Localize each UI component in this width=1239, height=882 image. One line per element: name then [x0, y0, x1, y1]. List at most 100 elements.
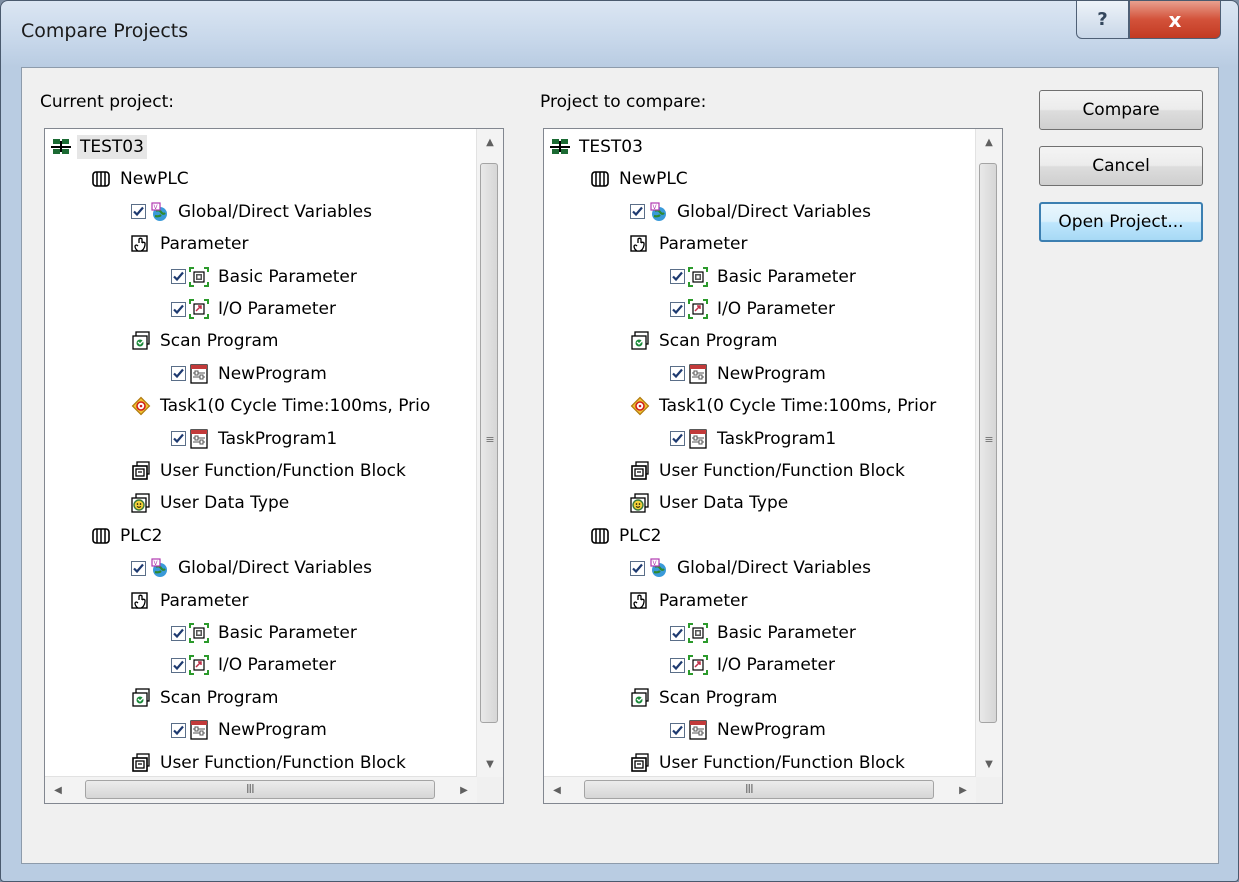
tree-item[interactable]: Scan Program — [630, 682, 780, 714]
tree-item[interactable]: User Function/Function Block — [630, 455, 908, 487]
tree-item[interactable]: NewPLC — [91, 163, 192, 195]
item-checkbox[interactable] — [670, 366, 685, 382]
tree-item[interactable]: V Global/Direct Variables — [630, 196, 874, 228]
tree-item[interactable]: V Global/Direct Variables — [630, 552, 874, 584]
vertical-scrollbar[interactable]: ▲ ≡ ▼ — [476, 129, 503, 777]
scroll-down-arrow-icon[interactable]: ▼ — [976, 751, 1002, 777]
tree-item[interactable]: Task1(0 Cycle Time:100ms, Prio — [131, 390, 433, 422]
tree-item[interactable]: TEST03 — [550, 131, 646, 163]
item-checkbox[interactable] — [670, 269, 685, 285]
scroll-left-arrow-icon[interactable]: ◀ — [45, 777, 71, 803]
scroll-left-arrow-icon[interactable]: ◀ — [544, 777, 570, 803]
item-checkbox[interactable] — [630, 204, 645, 220]
tree-item[interactable]: I/O Parameter — [171, 293, 339, 325]
tree-item[interactable]: User Function/Function Block — [630, 747, 908, 777]
tree-item-label: PLC2 — [120, 525, 163, 546]
tree-item[interactable]: Scan Program — [131, 325, 281, 357]
tree-item[interactable]: TEST03 — [51, 131, 147, 163]
item-checkbox[interactable] — [670, 301, 685, 317]
tree-item[interactable]: Parameter — [131, 585, 251, 617]
horizontal-scroll-thumb[interactable]: III — [584, 780, 934, 799]
horizontal-scroll-thumb[interactable]: III — [85, 780, 435, 799]
tree-item[interactable]: NewProgram — [670, 714, 829, 746]
io-parameter-icon — [189, 655, 209, 676]
tree-item[interactable]: Parameter — [131, 228, 251, 260]
item-checkbox[interactable] — [171, 269, 186, 285]
plc-icon — [91, 169, 111, 189]
parameter-icon — [131, 591, 151, 611]
scroll-up-arrow-icon[interactable]: ▲ — [976, 129, 1002, 155]
tree-item[interactable]: Basic Parameter — [670, 261, 859, 293]
item-checkbox[interactable] — [131, 204, 146, 220]
title-bar[interactable]: Compare Projects ? x — [1, 1, 1238, 67]
cancel-button[interactable]: Cancel — [1039, 146, 1203, 186]
item-checkbox[interactable] — [171, 366, 186, 382]
item-checkbox[interactable] — [670, 657, 685, 673]
scroll-down-arrow-icon[interactable]: ▼ — [477, 751, 503, 777]
item-checkbox[interactable] — [131, 560, 146, 576]
vertical-scrollbar[interactable]: ▲ ≡ ▼ — [975, 129, 1002, 777]
tree-item[interactable]: Scan Program — [131, 682, 281, 714]
tree-item[interactable]: I/O Parameter — [670, 293, 838, 325]
scroll-right-arrow-icon[interactable]: ▶ — [451, 777, 477, 803]
tree-item[interactable]: User Function/Function Block — [131, 747, 409, 777]
tree-item[interactable]: User Data Type — [131, 487, 292, 519]
tree-item[interactable]: NewPLC — [590, 163, 691, 195]
tree-item[interactable]: NewProgram — [171, 714, 330, 746]
item-checkbox[interactable] — [670, 722, 685, 738]
tree-item[interactable]: V Global/Direct Variables — [131, 552, 375, 584]
tree-item[interactable]: Scan Program — [630, 325, 780, 357]
current-project-tree[interactable]: TEST03 NewPLC V Global/Direct Variables Para… — [44, 128, 504, 804]
vertical-scroll-thumb[interactable]: ≡ — [480, 163, 498, 723]
tree-item[interactable]: Basic Parameter — [171, 261, 360, 293]
tree-item[interactable]: I/O Parameter — [171, 649, 339, 681]
horizontal-scrollbar[interactable]: ◀ III ▶ — [544, 776, 976, 803]
item-checkbox[interactable] — [171, 431, 186, 447]
tree-item-label: TEST03 — [579, 137, 643, 157]
tree-item[interactable]: User Function/Function Block — [131, 455, 409, 487]
project-icon — [550, 137, 570, 157]
open-project-button[interactable]: Open Project... — [1039, 202, 1203, 242]
scroll-right-arrow-icon[interactable]: ▶ — [950, 777, 976, 803]
plc-icon — [590, 169, 610, 189]
vertical-scroll-thumb[interactable]: ≡ — [979, 163, 997, 723]
scroll-grip-icon: III — [745, 782, 754, 796]
tree-item[interactable]: I/O Parameter — [670, 649, 838, 681]
compare-button[interactable]: Compare — [1039, 90, 1203, 130]
item-checkbox[interactable] — [171, 301, 186, 317]
item-checkbox[interactable] — [670, 625, 685, 641]
item-checkbox[interactable] — [171, 722, 186, 738]
tree-item[interactable]: User Data Type — [630, 487, 791, 519]
tree-item[interactable]: PLC2 — [590, 520, 664, 552]
tree-item[interactable]: TaskProgram1 — [670, 423, 839, 455]
tree-item-label: Parameter — [160, 590, 249, 611]
tree-item-label: Scan Program — [659, 331, 778, 352]
scroll-up-arrow-icon[interactable]: ▲ — [477, 129, 503, 155]
dialog-title: Compare Projects — [21, 20, 189, 42]
basic-parameter-icon — [688, 623, 708, 643]
program-icon — [688, 428, 708, 449]
horizontal-scrollbar[interactable]: ◀ III ▶ — [45, 776, 477, 803]
tree-item[interactable]: PLC2 — [91, 520, 165, 552]
item-checkbox[interactable] — [171, 657, 186, 673]
tree-item[interactable]: V Global/Direct Variables — [131, 196, 375, 228]
tree-item[interactable]: Basic Parameter — [171, 617, 360, 649]
tree-item-label: TEST03 — [77, 135, 147, 159]
item-checkbox[interactable] — [171, 625, 186, 641]
tree-item-label: Global/Direct Variables — [178, 201, 372, 222]
help-button[interactable]: ? — [1076, 1, 1129, 39]
tree-item[interactable]: Task1(0 Cycle Time:100ms, Prior — [630, 390, 939, 422]
project-to-compare-tree[interactable]: TEST03 NewPLC V Global/Direct Variables Para… — [543, 128, 1003, 804]
tree-item-label: User Data Type — [160, 493, 290, 514]
tree-item[interactable]: Parameter — [630, 228, 750, 260]
global-variables-icon: V — [648, 558, 668, 578]
tree-item[interactable]: NewProgram — [670, 358, 829, 390]
tree-item[interactable]: NewProgram — [171, 358, 330, 390]
tree-item[interactable]: TaskProgram1 — [171, 423, 340, 455]
tree-item[interactable]: Parameter — [630, 585, 750, 617]
tree-item[interactable]: Basic Parameter — [670, 617, 859, 649]
tree-item-label: TaskProgram1 — [218, 428, 338, 449]
close-button[interactable]: x — [1129, 1, 1221, 39]
item-checkbox[interactable] — [630, 560, 645, 576]
item-checkbox[interactable] — [670, 431, 685, 447]
